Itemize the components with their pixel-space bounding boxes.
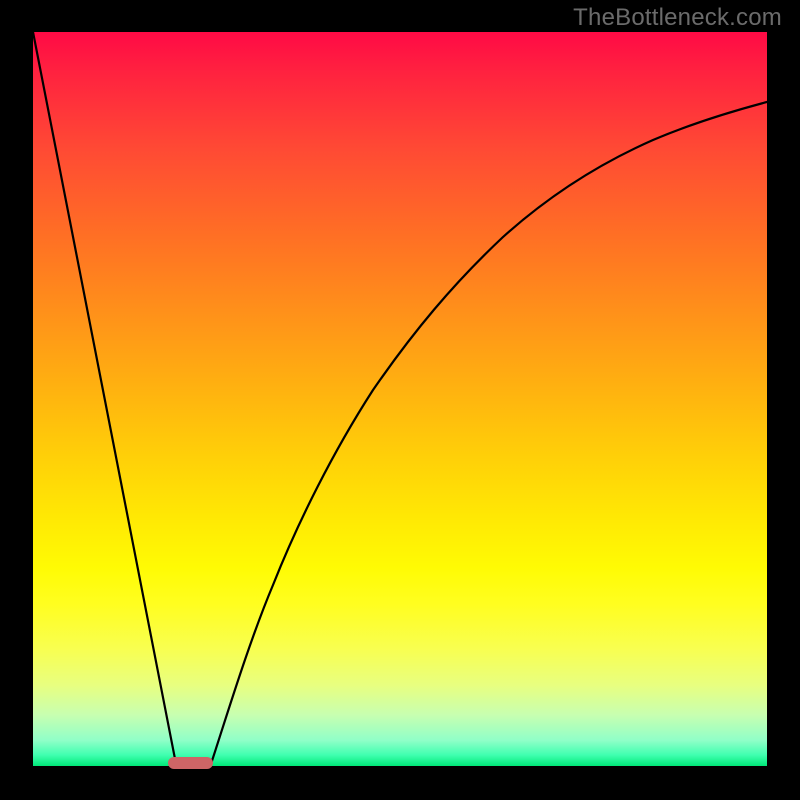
curve-path [33,32,767,764]
chart-frame: TheBottleneck.com [0,0,800,800]
plot-area [33,32,767,766]
valley-marker [168,757,213,769]
bottleneck-curve [33,32,767,766]
watermark-text: TheBottleneck.com [573,4,782,32]
